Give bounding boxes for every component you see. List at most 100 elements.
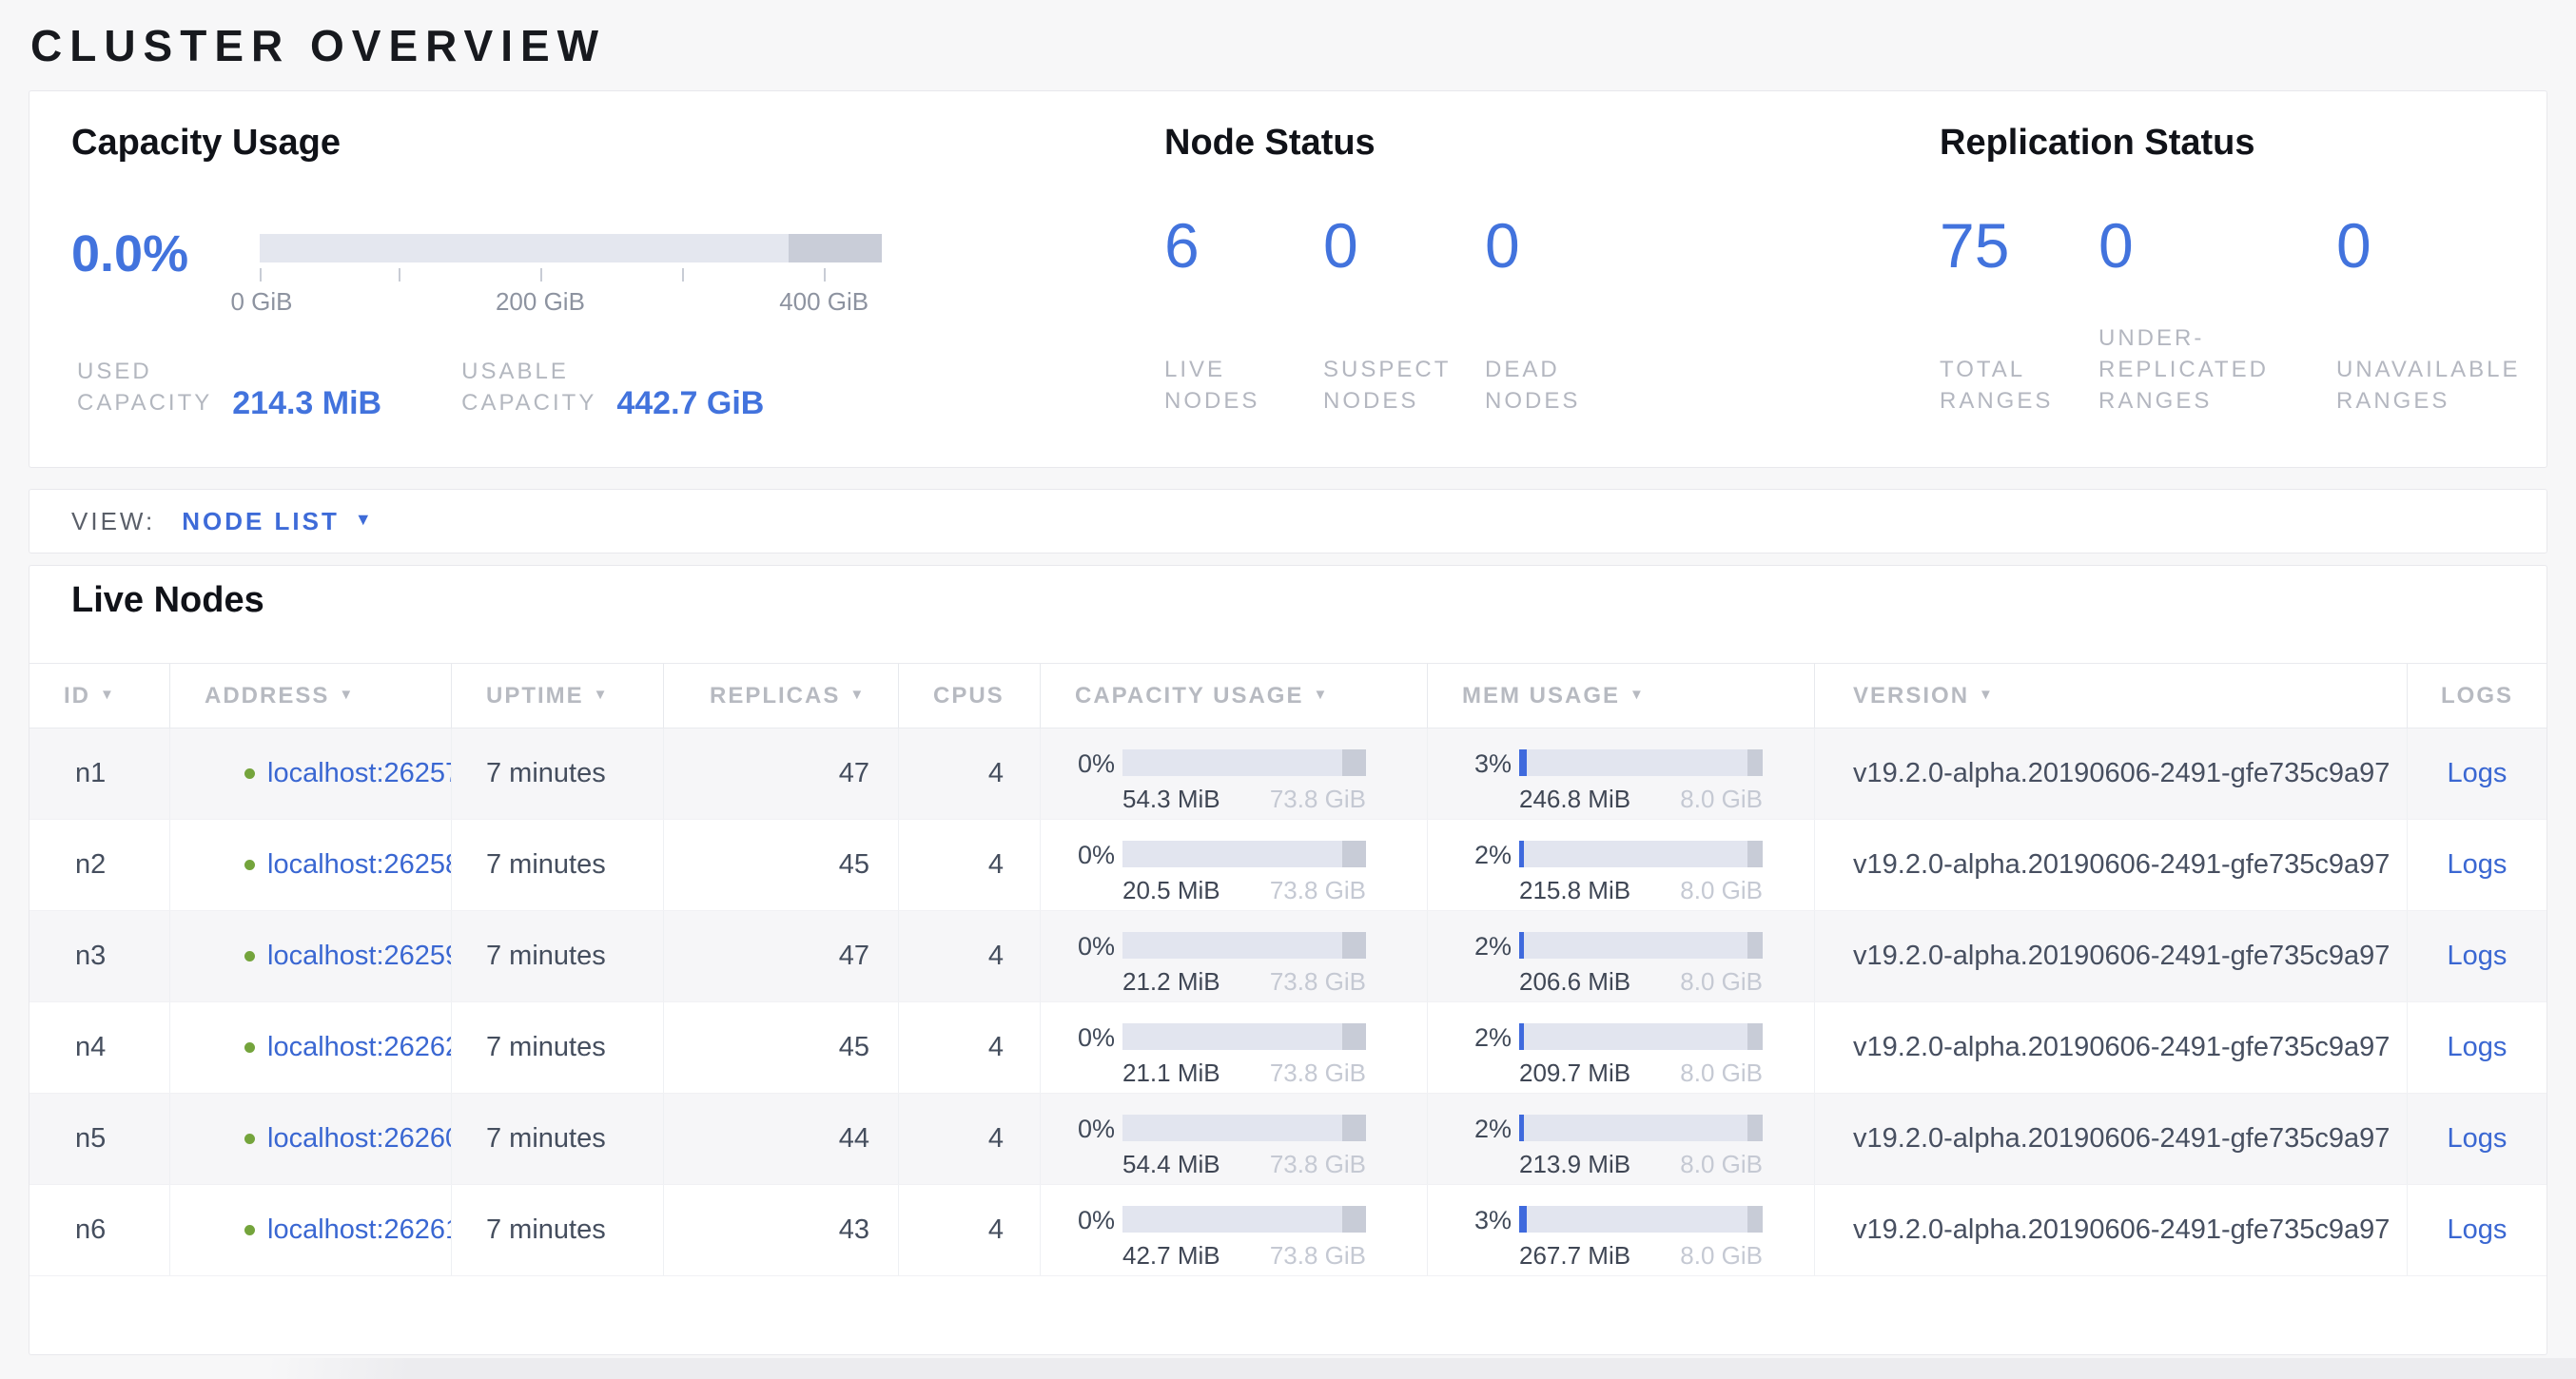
- chevron-down-icon[interactable]: ▼: [355, 510, 372, 530]
- logs-link[interactable]: Logs: [2448, 941, 2508, 972]
- axis-tick: [540, 268, 542, 282]
- capacity-mini-bar: [1122, 1023, 1366, 1050]
- table-row: n4 localhost:26262 7 minutes 45 4 0%21.1…: [29, 1002, 2547, 1094]
- table-row: n5 localhost:26260 7 minutes 44 4 0%54.4…: [29, 1094, 2547, 1185]
- under-replicated-count: 0: [2098, 212, 2336, 279]
- axis-label: 200 GiB: [496, 287, 585, 317]
- mem-mini-bar: [1519, 1023, 1763, 1050]
- node-uptime: 7 minutes: [452, 1185, 664, 1275]
- header-capacity-usage[interactable]: CAPACITY USAGE▼: [1041, 664, 1428, 728]
- total-ranges-stat: 75 TOTAL RANGES: [1940, 212, 2098, 417]
- mem-mini-bar: [1519, 1206, 1763, 1233]
- capacity-usage-cell: 0%42.7 MiB73.8 GiB: [1041, 1185, 1428, 1275]
- page-title: CLUSTER OVERVIEW: [0, 0, 2576, 90]
- table-row: n1 localhost:26257 7 minutes 47 4 0%54.3…: [29, 728, 2547, 820]
- header-logs: LOGS: [2408, 664, 2547, 728]
- node-version: v19.2.0-alpha.20190606-2491-gfe735c9a97: [1815, 911, 2408, 1001]
- usable-capacity-label: USABLE CAPACITY: [461, 356, 596, 418]
- capacity-mini-bar: [1122, 841, 1366, 867]
- cluster-summary-card: Capacity Usage 0.0% 0 GiB 200 GiB 400 Gi…: [29, 90, 2547, 468]
- under-replicated-label: UNDER- REPLICATED RANGES: [2098, 322, 2336, 417]
- mem-usage-cell: 3%246.8 MiB8.0 GiB: [1428, 728, 1815, 819]
- node-address-link[interactable]: localhost:26260: [267, 1123, 452, 1155]
- sort-desc-icon: ▼: [594, 687, 610, 703]
- capacity-mini-bar: [1122, 932, 1366, 959]
- header-version[interactable]: VERSION▼: [1815, 664, 2408, 728]
- capacity-axis: 0 GiB 200 GiB 400 GiB: [260, 262, 882, 323]
- node-uptime: 7 minutes: [452, 1002, 664, 1093]
- node-replicas: 45: [664, 820, 899, 910]
- suspect-nodes-count: 0: [1323, 212, 1485, 279]
- node-cpus: 4: [899, 728, 1041, 819]
- mem-usage-cell: 2%206.6 MiB8.0 GiB: [1428, 911, 1815, 1001]
- header-cpus[interactable]: CPUS: [899, 664, 1041, 728]
- logs-cell: Logs: [2408, 911, 2547, 1001]
- sort-desc-icon: ▼: [1313, 687, 1329, 703]
- logs-cell: Logs: [2408, 1094, 2547, 1184]
- sort-desc-icon: ▼: [339, 687, 355, 703]
- live-nodes-label: LIVE NODES: [1164, 354, 1323, 417]
- node-replicas: 43: [664, 1185, 899, 1275]
- node-address-cell: localhost:26257: [170, 728, 452, 819]
- header-uptime[interactable]: UPTIME▼: [452, 664, 664, 728]
- node-id: n6: [29, 1185, 170, 1275]
- capacity-usage-heading: Capacity Usage: [71, 122, 341, 164]
- logs-link[interactable]: Logs: [2448, 1123, 2508, 1155]
- table-row: n2 localhost:26258 7 minutes 45 4 0%20.5…: [29, 820, 2547, 911]
- bottom-shadow-band: [0, 1358, 2576, 1379]
- axis-tick: [682, 268, 684, 282]
- sort-desc-icon: ▼: [100, 687, 116, 703]
- node-status-stats: 6 LIVE NODES 0 SUSPECT NODES 0 DEAD NODE…: [1164, 212, 1675, 417]
- node-address-link[interactable]: localhost:26257: [267, 758, 452, 789]
- capacity-usage-cell: 0%54.4 MiB73.8 GiB: [1041, 1094, 1428, 1184]
- header-address[interactable]: ADDRESS▼: [170, 664, 452, 728]
- under-replicated-ranges-stat: 0 UNDER- REPLICATED RANGES: [2098, 212, 2336, 417]
- node-version: v19.2.0-alpha.20190606-2491-gfe735c9a97: [1815, 728, 2408, 819]
- total-ranges-label: TOTAL RANGES: [1940, 354, 2098, 417]
- total-ranges-count: 75: [1940, 212, 2098, 279]
- header-mem-usage[interactable]: MEM USAGE▼: [1428, 664, 1815, 728]
- header-replicas[interactable]: REPLICAS▼: [664, 664, 899, 728]
- node-version: v19.2.0-alpha.20190606-2491-gfe735c9a97: [1815, 1094, 2408, 1184]
- axis-tick: [260, 268, 262, 282]
- node-address-link[interactable]: localhost:26258: [267, 849, 452, 881]
- axis-tick: [399, 268, 400, 282]
- node-address-link[interactable]: localhost:26261: [267, 1214, 452, 1246]
- node-replicas: 44: [664, 1094, 899, 1184]
- live-status-icon: [244, 768, 255, 779]
- usable-capacity-stat: USABLE CAPACITY 442.7 GiB: [461, 356, 764, 418]
- capacity-usage-cell: 0%20.5 MiB73.8 GiB: [1041, 820, 1428, 910]
- node-address-cell: localhost:26259: [170, 911, 452, 1001]
- capacity-stats: USED CAPACITY 214.3 MiB USABLE CAPACITY …: [77, 356, 764, 418]
- node-uptime: 7 minutes: [452, 728, 664, 819]
- table-row: n6 localhost:26261 7 minutes 43 4 0%42.7…: [29, 1185, 2547, 1276]
- sort-desc-icon: ▼: [849, 687, 866, 703]
- used-capacity-label: USED CAPACITY: [77, 356, 212, 418]
- logs-link[interactable]: Logs: [2448, 758, 2508, 789]
- node-cpus: 4: [899, 1002, 1041, 1093]
- replication-status-heading: Replication Status: [1940, 122, 2255, 164]
- node-address-cell: localhost:26258: [170, 820, 452, 910]
- capacity-mini-bar: [1122, 1206, 1366, 1233]
- header-id[interactable]: ID▼: [29, 664, 170, 728]
- node-replicas: 47: [664, 728, 899, 819]
- node-address-link[interactable]: localhost:26262: [267, 1032, 452, 1063]
- axis-tick: [824, 268, 826, 282]
- node-uptime: 7 minutes: [452, 1094, 664, 1184]
- live-nodes-heading: Live Nodes: [29, 566, 2547, 621]
- logs-link[interactable]: Logs: [2448, 1032, 2508, 1063]
- table-header: ID▼ ADDRESS▼ UPTIME▼ REPLICAS▼ CPUS CAPA…: [29, 663, 2547, 728]
- node-replicas: 47: [664, 911, 899, 1001]
- logs-cell: Logs: [2408, 728, 2547, 819]
- node-address-link[interactable]: localhost:26259: [267, 941, 452, 972]
- logs-cell: Logs: [2408, 1002, 2547, 1093]
- logs-link[interactable]: Logs: [2448, 849, 2508, 881]
- view-dropdown[interactable]: NODE LIST: [182, 507, 340, 536]
- live-status-icon: [244, 1042, 255, 1053]
- used-capacity-stat: USED CAPACITY 214.3 MiB: [77, 356, 381, 418]
- live-status-icon: [244, 951, 255, 961]
- logs-link[interactable]: Logs: [2448, 1214, 2508, 1246]
- view-label: VIEW:: [71, 507, 155, 536]
- mem-mini-bar: [1519, 841, 1763, 867]
- capacity-usage-cell: 0%21.1 MiB73.8 GiB: [1041, 1002, 1428, 1093]
